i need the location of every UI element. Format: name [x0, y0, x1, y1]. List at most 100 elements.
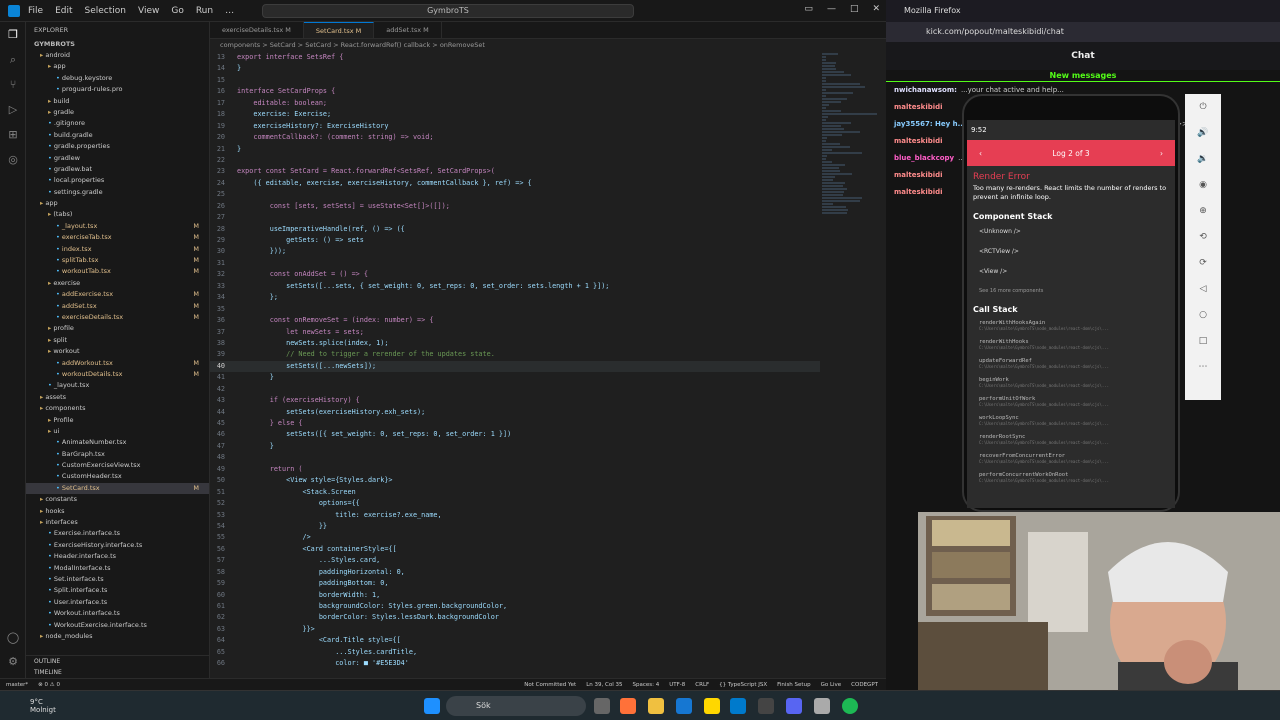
menu-more[interactable]: …: [225, 6, 234, 16]
next-log-icon[interactable]: ›: [1160, 149, 1163, 158]
file-tree-item[interactable]: ▸ components: [26, 403, 209, 414]
chat-username[interactable]: jay35567: Hey h...: [894, 120, 966, 128]
home-icon[interactable]: ○: [1185, 302, 1221, 328]
maximize-icon[interactable]: □: [850, 4, 859, 14]
file-tree-item[interactable]: • Exercise.interface.ts: [26, 528, 209, 539]
file-tree-item[interactable]: • local.properties: [26, 175, 209, 186]
call-stack-item[interactable]: renderRootSync C:\Users\malte\GymbroTS\no…: [967, 432, 1175, 451]
volume-down-icon[interactable]: 🔉: [1185, 146, 1221, 172]
weather-widget[interactable]: 9°C Molnigt: [0, 698, 56, 714]
menu-view[interactable]: View: [138, 6, 159, 16]
emulator-screen[interactable]: 9:52 ‹ Log 2 of 3 › Render Error Too man…: [967, 120, 1175, 508]
file-tree-item[interactable]: • workoutDetails.tsx M: [26, 369, 209, 380]
call-stack-item[interactable]: renderWithHooks C:\Users\malte\GymbroTS\n…: [967, 337, 1175, 356]
task-view-icon[interactable]: [594, 698, 610, 714]
file-tree-item[interactable]: ▸ split: [26, 335, 209, 346]
file-tree-item[interactable]: • addWorkout.tsx M: [26, 358, 209, 369]
editor-tab[interactable]: SetCard.tsx M: [303, 22, 375, 38]
file-tree-item[interactable]: • exerciseDetails.tsx M: [26, 312, 209, 323]
call-stack-item[interactable]: updateForwardRef C:\Users\malte\GymbroTS\…: [967, 356, 1175, 375]
file-tree-item[interactable]: • index.tsx M: [26, 244, 209, 255]
file-tree-item[interactable]: ▸ interfaces: [26, 517, 209, 528]
minimap[interactable]: [822, 52, 882, 532]
file-tree-item[interactable]: ▸ node_modules: [26, 631, 209, 642]
chat-username[interactable]: malteskibidi: [894, 103, 943, 111]
file-tree-item[interactable]: • ExerciseHistory.interface.ts: [26, 540, 209, 551]
spotify-icon[interactable]: [842, 698, 858, 714]
power-icon[interactable]: ⏻: [1185, 94, 1221, 120]
firefox-urlbar[interactable]: kick.com/popout/malteskibidi/chat: [886, 22, 1280, 42]
status-item[interactable]: UTF-8: [669, 682, 685, 688]
file-tree-item[interactable]: • .gitignore: [26, 118, 209, 129]
account-icon[interactable]: ◯: [0, 625, 26, 650]
command-search[interactable]: GymbroTS: [262, 4, 634, 18]
file-tree-item[interactable]: ▸ workout: [26, 346, 209, 357]
file-tree-item[interactable]: ▸ gradle: [26, 107, 209, 118]
chat-username[interactable]: blue_blackcopy: [894, 154, 954, 162]
editor-tab[interactable]: exerciseDetails.tsx M: [210, 22, 304, 38]
file-tree-item[interactable]: • addExercise.tsx M: [26, 289, 209, 300]
outline-panel[interactable]: OUTLINE: [26, 656, 210, 667]
extensions-icon[interactable]: ⊞: [0, 122, 26, 147]
file-tree-item[interactable]: • exerciseTab.tsx M: [26, 232, 209, 243]
status-item[interactable]: Not Committed Yet: [524, 682, 576, 688]
file-tree-item[interactable]: ▸ android: [26, 50, 209, 61]
file-tree-item[interactable]: • WorkoutExercise.interface.ts: [26, 620, 209, 631]
file-tree-item[interactable]: • Split.interface.ts: [26, 585, 209, 596]
file-tree-item[interactable]: • workoutTab.tsx M: [26, 266, 209, 277]
chat-username[interactable]: malteskibidi: [894, 188, 943, 196]
code-view[interactable]: 13 export interface SetsRef {14} 15 16 inter…: [210, 52, 820, 672]
file-tree-item[interactable]: • ModalInterface.ts: [26, 563, 209, 574]
file-explorer-icon[interactable]: [648, 698, 664, 714]
status-item[interactable]: Finish Setup: [777, 682, 810, 688]
status-item[interactable]: Ln 39, Col 35: [586, 682, 622, 688]
rotate-right-icon[interactable]: ⟳: [1185, 250, 1221, 276]
file-tree-item[interactable]: ▸ assets: [26, 392, 209, 403]
source-control-icon[interactable]: ⑂: [0, 72, 26, 97]
file-tree-item[interactable]: • gradlew: [26, 153, 209, 164]
file-tree-item[interactable]: • User.interface.ts: [26, 597, 209, 608]
layout-icon[interactable]: ▭: [804, 4, 813, 14]
file-tree-item[interactable]: • build.gradle: [26, 130, 209, 141]
file-tree-item[interactable]: • debug.keystore: [26, 73, 209, 84]
discord-icon[interactable]: [786, 698, 802, 714]
file-tree-item[interactable]: • Workout.interface.ts: [26, 608, 209, 619]
firefox-taskbar-icon[interactable]: [620, 698, 636, 714]
file-tree-item[interactable]: • settings.gradle: [26, 187, 209, 198]
file-tree-item[interactable]: • BarGraph.tsx: [26, 449, 209, 460]
chat-username[interactable]: nwichanawsom:: [894, 86, 957, 94]
file-tree-item[interactable]: ▸ build: [26, 96, 209, 107]
call-stack-item[interactable]: renderWithHooksAgain C:\Users\malte\Gymbr…: [967, 318, 1175, 337]
file-tree-item[interactable]: • gradlew.bat: [26, 164, 209, 175]
chat-username[interactable]: malteskibidi: [894, 137, 943, 145]
volume-up-icon[interactable]: 🔊: [1185, 120, 1221, 146]
call-stack-item[interactable]: performUnitOfWork C:\Users\malte\GymbroTS…: [967, 394, 1175, 413]
menu-edit[interactable]: Edit: [55, 6, 72, 16]
status-item[interactable]: CRLF: [695, 682, 709, 688]
new-messages-divider[interactable]: New messages: [886, 70, 1280, 82]
editor-tab[interactable]: addSet.tsx M: [374, 22, 442, 38]
explorer-root[interactable]: GYMBROTS: [26, 38, 209, 50]
component-stack-item[interactable]: <Unknown />: [967, 225, 1175, 245]
file-tree-item[interactable]: • splitTab.tsx M: [26, 255, 209, 266]
status-item[interactable]: Go Live: [821, 682, 842, 688]
call-stack-item[interactable]: workLoopSync C:\Users\malte\GymbroTS\node…: [967, 413, 1175, 432]
taskbar-search[interactable]: Sök: [446, 696, 586, 716]
file-tree-item[interactable]: ▸ ui: [26, 426, 209, 437]
file-tree-item[interactable]: • Set.interface.ts: [26, 574, 209, 585]
file-tree-item[interactable]: ▸ app: [26, 198, 209, 209]
see-more-components[interactable]: See 16 more components: [967, 285, 1175, 295]
zoom-icon[interactable]: ⊕: [1185, 198, 1221, 224]
file-tree-item[interactable]: • CustomExerciseView.tsx: [26, 460, 209, 471]
file-tree-item[interactable]: ▸ Profile: [26, 415, 209, 426]
chat-username[interactable]: malteskibidi: [894, 171, 943, 179]
store-icon[interactable]: [676, 698, 692, 714]
menu-file[interactable]: File: [28, 6, 43, 16]
file-tree-item[interactable]: ▸ profile: [26, 323, 209, 334]
run-debug-icon[interactable]: ▷: [0, 97, 26, 122]
file-tree-item[interactable]: ▸ exercise: [26, 278, 209, 289]
breadcrumb[interactable]: components > SetCard > SetCard > React.f…: [210, 39, 886, 51]
call-stack-item[interactable]: recoverFromConcurrentError C:\Users\malte…: [967, 451, 1175, 470]
file-tree-item[interactable]: • CustomHeader.tsx: [26, 471, 209, 482]
rotate-icon[interactable]: ⟲: [1185, 224, 1221, 250]
